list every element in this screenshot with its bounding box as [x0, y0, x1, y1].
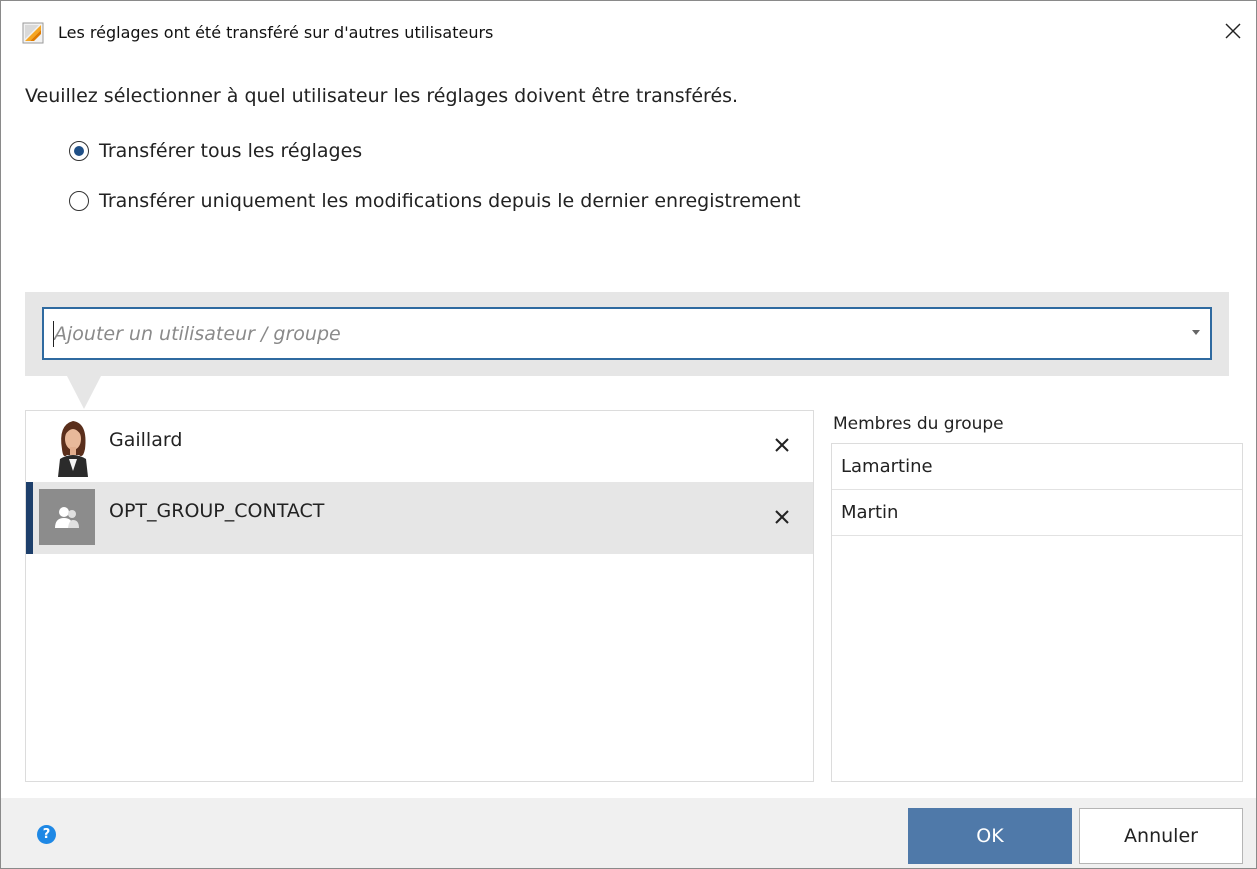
avatar [50, 415, 96, 477]
list-item-selected[interactable]: OPT_GROUP_CONTACT [26, 482, 813, 554]
radio-button-unchecked[interactable] [69, 191, 89, 211]
radio-transfer-all[interactable]: Transférer tous les réglages [69, 138, 362, 164]
member-item[interactable]: Martin [832, 490, 1242, 536]
app-icon [22, 22, 44, 44]
list-item[interactable]: Gaillard [26, 411, 813, 483]
group-icon [39, 489, 95, 545]
close-icon [775, 437, 789, 456]
close-icon [775, 509, 789, 528]
radio-button-checked[interactable] [69, 141, 89, 161]
member-item[interactable]: Lamartine [832, 444, 1242, 490]
add-user-panel [25, 292, 1229, 376]
group-members-heading: Membres du groupe [833, 414, 1004, 434]
user-name: Gaillard [109, 429, 183, 451]
radio-label: Transférer uniquement les modifications … [99, 190, 801, 212]
user-group-combobox[interactable] [42, 307, 1212, 360]
text-caret [53, 321, 54, 347]
selection-indicator [26, 482, 33, 554]
group-name: OPT_GROUP_CONTACT [109, 500, 325, 522]
chevron-down-icon[interactable] [1192, 330, 1200, 335]
cancel-button[interactable]: Annuler [1079, 808, 1243, 864]
instruction-text: Veuillez sélectionner à quel utilisateur… [25, 85, 739, 107]
help-icon[interactable]: ? [37, 825, 56, 844]
remove-group-button[interactable] [764, 500, 800, 536]
close-button[interactable] [1210, 11, 1256, 55]
radio-transfer-modifications[interactable]: Transférer uniquement les modifications … [69, 188, 801, 214]
radio-label: Transférer tous les réglages [99, 140, 363, 162]
callout-pointer [67, 376, 101, 409]
dialog-footer: ? OK Annuler [1, 798, 1256, 868]
group-members-list: Lamartine Martin [831, 443, 1243, 782]
remove-user-button[interactable] [764, 428, 800, 464]
close-icon [1225, 23, 1241, 43]
selected-users-list: Gaillard OPT_GROUP_CONTACT [25, 410, 814, 782]
transfer-settings-dialog: Les réglages ont été transféré sur d'aut… [0, 0, 1257, 869]
window-title: Les réglages ont été transféré sur d'aut… [58, 23, 494, 42]
title-bar: Les réglages ont été transféré sur d'aut… [1, 1, 1256, 65]
user-group-search-input[interactable] [54, 309, 1184, 358]
ok-button[interactable]: OK [908, 808, 1072, 864]
